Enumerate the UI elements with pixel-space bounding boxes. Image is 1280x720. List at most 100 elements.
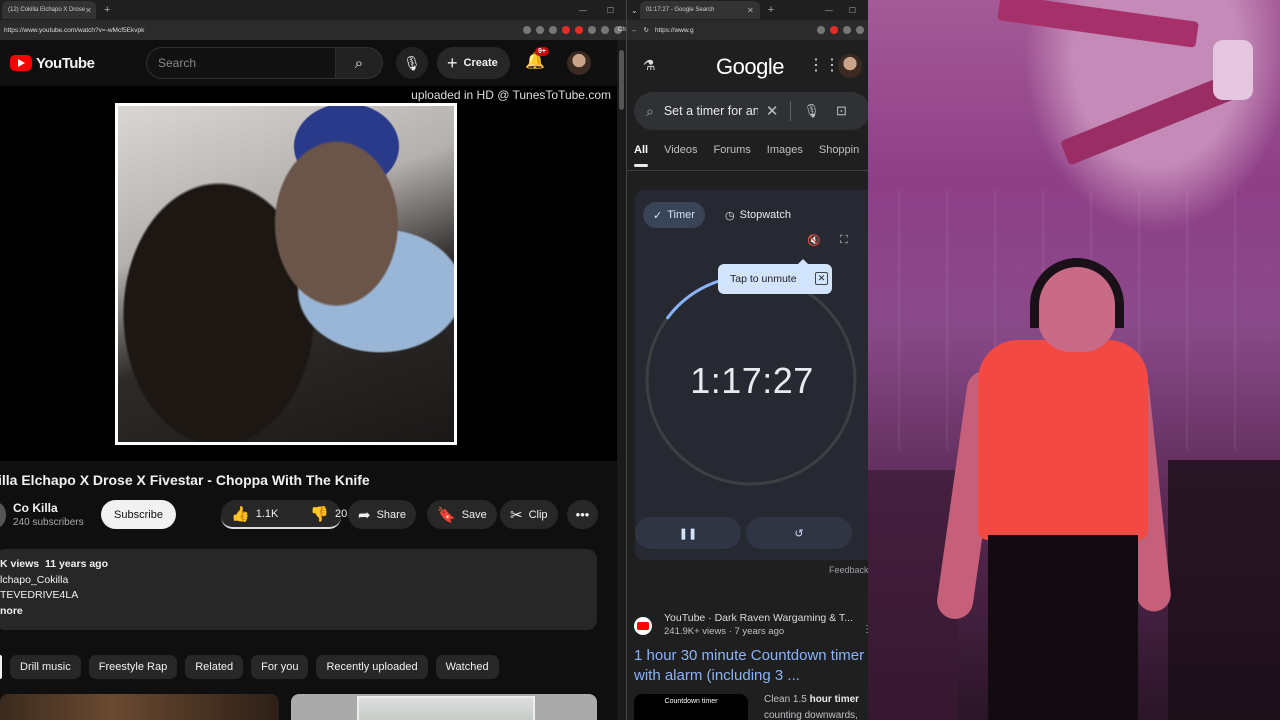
share-label: Share [376,508,406,521]
tab-all[interactable]: All [634,144,649,167]
tab-timer[interactable]: ✓ Timer [643,202,705,228]
feedback-link[interactable]: Feedback [829,565,868,575]
video-thumbnail[interactable] [291,694,597,720]
extension-icon[interactable] [575,26,583,34]
chevron-down-icon[interactable]: ⌄ [631,6,638,15]
tab-forums[interactable]: Forums [714,144,751,156]
minimize-icon[interactable]: — [579,6,587,15]
check-icon: ✓ [653,209,663,222]
zoom-icon[interactable] [536,26,544,34]
chip[interactable]: Freestyle Rap [88,655,178,679]
avatar[interactable] [838,54,862,78]
result-title-link[interactable]: 1 hour 30 minute Countdown timer with al… [634,646,868,686]
voice-search-button[interactable]: 🎙 [396,47,428,79]
minimize-icon[interactable]: — [825,6,833,15]
reload-icon[interactable]: ↻ [644,26,649,34]
apps-grid-icon[interactable]: ⋮⋮ [808,55,840,75]
subscribe-button[interactable]: Subscribe [101,500,176,529]
timer-display[interactable]: 1:17:27 [635,360,868,402]
chip[interactable]: Related [185,655,244,679]
avatar[interactable] [567,51,591,75]
extension-icon[interactable] [523,26,531,34]
notification-badge: 9+ [535,47,549,56]
close-icon[interactable]: ✕ [747,6,754,15]
profile-icon[interactable] [601,26,609,34]
create-button[interactable]: + Create [437,47,510,79]
close-icon[interactable]: ✕ [815,272,828,285]
unmute-tooltip[interactable]: Tap to unmute ✕ [718,259,832,294]
google-logo[interactable]: Google [716,54,784,80]
show-more-link[interactable]: nore [0,604,592,620]
search-button[interactable]: ⌕ [335,47,383,79]
description-box[interactable]: K views 11 years ago lchapo_Cokilla TEVE… [0,549,597,630]
window-controls: — ☐ [825,6,868,15]
like-button[interactable]: 👍 1.1K [221,500,288,527]
reset-button[interactable]: ↺ [746,517,852,549]
extensions-toolbar: Chat [523,26,626,34]
google-header: ⚗ Google ⋮⋮ [627,40,868,92]
clock-icon: ◷ [725,209,735,222]
share-button[interactable]: ➦ Share [348,500,416,529]
chip[interactable]: Recently uploaded [316,655,428,679]
url-field[interactable]: https://www.g [655,27,811,34]
pause-button[interactable]: ❚❚ [635,517,741,549]
extension-icon[interactable] [562,26,570,34]
like-count: 1.1K [255,507,279,520]
labs-flask-icon[interactable]: ⚗ [643,57,656,74]
share-icon: ➦ [358,506,371,524]
back-icon[interactable]: ← [631,27,638,34]
tab-videos[interactable]: Videos [664,144,697,156]
tab-google[interactable]: 01:17:27 - Google Search ✕ [639,1,760,19]
puzzle-icon[interactable] [843,26,851,34]
maximize-icon[interactable]: ☐ [849,6,856,15]
chat-button[interactable]: Chat [614,26,626,34]
search-input[interactable]: Search [146,47,336,79]
chip[interactable]: Drill music [10,655,81,679]
result-thumbnail[interactable]: Countdown timer [634,694,748,720]
url-field[interactable]: https://www.youtube.com/watch?v=-wMcf5Ek… [4,27,517,34]
description-stats: K views 11 years ago [0,557,592,573]
tab-stopwatch[interactable]: ◷ Stopwatch [715,202,801,228]
profile-icon[interactable] [856,26,864,34]
chip-all[interactable] [0,655,2,679]
tab-images[interactable]: Images [767,144,803,156]
more-actions-button[interactable]: ••• [567,500,598,529]
chip[interactable]: Watched [435,655,499,679]
channel-subscribers: 240 subscribers [13,517,84,528]
chip[interactable]: For you [251,655,309,679]
webcam-feed [868,0,1280,720]
tab-bar: ⌄ 01:17:27 - Google Search ✕ + — ☐ [627,0,868,20]
star-icon[interactable] [549,26,557,34]
search-input[interactable]: Set a timer for an hour [664,104,758,118]
address-bar: https://www.youtube.com/watch?v=-wMcf5Ek… [0,20,626,40]
save-button[interactable]: 🔖 Save [427,500,497,529]
video-title: illa Elchapo X Drose X Fivestar - Choppa… [0,472,370,488]
tab-shopping[interactable]: Shoppin [819,144,859,156]
mic-icon[interactable]: 🎙 [803,103,820,119]
channel-avatar[interactable] [0,502,6,528]
new-tab-icon[interactable]: + [768,4,774,16]
star-icon[interactable] [817,26,825,34]
clear-icon[interactable]: ✕ [766,102,779,120]
clip-button[interactable]: ✂ Clip [500,500,558,529]
maximize-icon[interactable]: ☐ [607,6,614,15]
close-icon[interactable]: ✕ [85,6,92,15]
extension-icon[interactable] [830,26,838,34]
video-thumbnail[interactable] [0,694,279,720]
plus-icon: + [447,52,458,73]
video-image [118,106,454,442]
youtube-favicon-icon [634,617,652,635]
new-tab-icon[interactable]: + [104,4,110,16]
scissors-icon: ✂ [510,506,523,524]
channel-name[interactable]: Co Killa [13,501,58,515]
fullscreen-icon[interactable]: ⛶ [840,234,848,247]
camera-lens-icon[interactable]: ⊡ [836,103,847,119]
mute-icon[interactable]: 🔇 [807,234,821,247]
tab-youtube[interactable]: (12) Cokilla Elchapo X Drose ✕ [2,1,96,19]
search-box[interactable]: ⌕ Set a timer for an hour ✕ 🎙 ⊡ [634,92,868,130]
puzzle-icon[interactable] [588,26,596,34]
result-source[interactable]: YouTube · Dark Raven Wargaming & T... [664,612,853,624]
video-player[interactable]: uploaded in HD @ TunesToTube.com [0,86,617,461]
youtube-logo[interactable]: YouTube [10,55,95,72]
scrollbar[interactable] [617,40,626,720]
